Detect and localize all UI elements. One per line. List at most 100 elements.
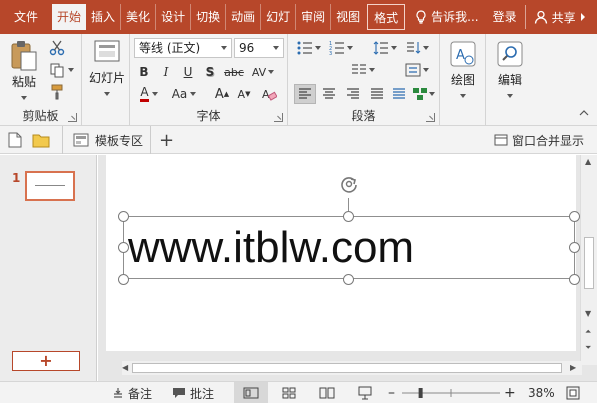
tab-design[interactable]: 设计 bbox=[155, 4, 190, 30]
tab-format[interactable]: 格式 bbox=[367, 4, 406, 30]
line-spacing-button[interactable] bbox=[370, 38, 400, 58]
resize-handle-bottom-left[interactable] bbox=[118, 274, 129, 285]
strikethrough-button[interactable]: abc bbox=[222, 62, 246, 82]
tab-home[interactable]: 开始 bbox=[52, 4, 87, 30]
tab-file[interactable]: 文件 bbox=[0, 4, 52, 30]
editing-dropdown-icon[interactable] bbox=[507, 93, 513, 98]
text-shadow-button[interactable]: S bbox=[200, 62, 220, 82]
next-slide-icon[interactable]: ⏷ bbox=[585, 343, 591, 353]
zoom-slider-track[interactable] bbox=[402, 387, 500, 399]
rotate-handle-icon[interactable] bbox=[339, 174, 359, 194]
editing-button[interactable]: 编辑 bbox=[488, 40, 532, 102]
window-merge-button[interactable]: 窗口合并显示 bbox=[494, 126, 584, 154]
drawing-button[interactable]: A 绘图 bbox=[442, 40, 484, 102]
paste-dropdown-icon[interactable] bbox=[21, 95, 27, 100]
new-slide-button[interactable]: 幻灯片 bbox=[86, 38, 128, 100]
previous-slide-icon[interactable]: ⏶ bbox=[585, 327, 591, 337]
slide-thumbnail[interactable] bbox=[25, 171, 75, 201]
character-spacing-button[interactable]: AV bbox=[248, 62, 278, 82]
slideshow-button[interactable] bbox=[348, 382, 382, 403]
paste-button[interactable]: 粘贴 bbox=[6, 40, 42, 104]
clear-formatting-button[interactable]: A bbox=[258, 84, 280, 104]
slide[interactable]: www.itblw.com bbox=[106, 155, 580, 351]
bullets-button[interactable] bbox=[294, 38, 324, 58]
zoom-slider[interactable] bbox=[402, 382, 500, 403]
horizontal-scroll-thumb[interactable] bbox=[132, 363, 562, 373]
cut-button[interactable] bbox=[46, 38, 68, 58]
text-direction-dropdown-icon[interactable] bbox=[423, 46, 429, 50]
font-launcher-icon[interactable] bbox=[274, 113, 283, 122]
columns-button[interactable] bbox=[348, 60, 378, 80]
font-name-dropdown-icon[interactable] bbox=[221, 46, 227, 50]
vertical-scroll-thumb[interactable] bbox=[584, 237, 594, 289]
reading-view-button[interactable] bbox=[310, 382, 344, 403]
resize-handle-top[interactable] bbox=[343, 211, 354, 222]
fit-to-window-button[interactable] bbox=[566, 382, 580, 403]
tell-me-search[interactable]: 告诉我... bbox=[415, 4, 479, 30]
collapse-ribbon-icon[interactable] bbox=[579, 105, 589, 119]
clipboard-launcher-icon[interactable] bbox=[68, 113, 77, 122]
align-right-button[interactable] bbox=[342, 84, 364, 104]
distribute-button[interactable] bbox=[388, 84, 410, 104]
resize-handle-top-right[interactable] bbox=[569, 211, 580, 222]
tab-review[interactable]: 审阅 bbox=[295, 4, 330, 30]
smartart-button[interactable] bbox=[410, 84, 436, 104]
text-direction-button[interactable] bbox=[402, 38, 432, 58]
smartart-dropdown-icon[interactable] bbox=[428, 92, 435, 96]
copy-dropdown-icon[interactable] bbox=[67, 68, 74, 72]
font-color-dropdown-icon[interactable] bbox=[151, 92, 158, 96]
justify-button[interactable] bbox=[366, 84, 388, 104]
font-size-dropdown-icon[interactable] bbox=[273, 46, 279, 50]
italic-button[interactable]: I bbox=[156, 62, 176, 82]
resize-handle-right[interactable] bbox=[569, 242, 580, 253]
new-slide-dropdown-icon[interactable] bbox=[104, 91, 110, 96]
template-zone-button[interactable]: 模板专区 bbox=[62, 126, 143, 154]
new-document-button[interactable] bbox=[8, 126, 22, 154]
grow-font-button[interactable]: A ▲ bbox=[212, 84, 232, 104]
tab-slideshow[interactable]: 幻灯 bbox=[260, 4, 295, 30]
font-size-combo[interactable]: 96 bbox=[234, 38, 284, 58]
bold-button[interactable]: B bbox=[134, 62, 154, 82]
scroll-left-icon[interactable]: ◀ bbox=[122, 363, 128, 372]
zoom-in-button[interactable]: + bbox=[504, 382, 516, 403]
format-painter-button[interactable] bbox=[46, 82, 68, 102]
scroll-right-icon[interactable]: ▶ bbox=[570, 363, 576, 372]
change-case-button[interactable]: Aa bbox=[168, 84, 200, 104]
slide-sorter-button[interactable] bbox=[272, 382, 306, 403]
align-left-button[interactable] bbox=[294, 84, 316, 104]
text-box[interactable]: www.itblw.com bbox=[123, 216, 575, 279]
font-color-button[interactable]: A bbox=[134, 84, 164, 104]
numbering-dropdown-icon[interactable] bbox=[347, 46, 353, 50]
horizontal-scrollbar[interactable]: ◀ ▶ bbox=[122, 361, 582, 375]
zoom-out-button[interactable]: – bbox=[388, 382, 395, 403]
drawing-dropdown-icon[interactable] bbox=[460, 93, 466, 98]
tab-insert[interactable]: 插入 bbox=[86, 4, 120, 30]
resize-handle-left[interactable] bbox=[118, 242, 129, 253]
underline-button[interactable]: U bbox=[178, 62, 198, 82]
share-button[interactable]: 共享 bbox=[524, 5, 590, 29]
scroll-down-icon[interactable]: ▼ bbox=[585, 309, 591, 318]
zoom-level[interactable]: 38% bbox=[528, 382, 555, 403]
normal-view-button[interactable] bbox=[234, 382, 268, 403]
zoom-slider-thumb[interactable] bbox=[418, 388, 423, 398]
tab-animations[interactable]: 动画 bbox=[225, 4, 260, 30]
bullets-dropdown-icon[interactable] bbox=[315, 46, 321, 50]
scroll-up-icon[interactable]: ▲ bbox=[585, 157, 591, 166]
tab-transitions[interactable]: 切换 bbox=[190, 4, 225, 30]
align-center-button[interactable] bbox=[318, 84, 340, 104]
change-case-dropdown-icon[interactable] bbox=[190, 92, 197, 96]
tab-beautify[interactable]: 美化 bbox=[120, 4, 155, 30]
columns-dropdown-icon[interactable] bbox=[369, 68, 375, 72]
open-folder-button[interactable] bbox=[32, 126, 50, 154]
resize-handle-top-left[interactable] bbox=[118, 211, 129, 222]
comments-button[interactable]: 批注 bbox=[172, 382, 214, 403]
font-name-combo[interactable]: 等线 (正文) bbox=[134, 38, 232, 58]
new-tab-plus-button[interactable]: + bbox=[150, 126, 174, 154]
text-box-content[interactable]: www.itblw.com bbox=[128, 223, 414, 273]
character-spacing-dropdown-icon[interactable] bbox=[268, 70, 275, 74]
resize-handle-bottom-right[interactable] bbox=[569, 274, 580, 285]
vertical-scrollbar[interactable]: ▲ ▼ ⏶ ⏷ bbox=[580, 155, 597, 365]
align-text-dropdown-icon[interactable] bbox=[423, 68, 429, 72]
login-button[interactable]: 登录 bbox=[493, 4, 517, 30]
notes-button[interactable]: 备注 bbox=[112, 382, 152, 403]
